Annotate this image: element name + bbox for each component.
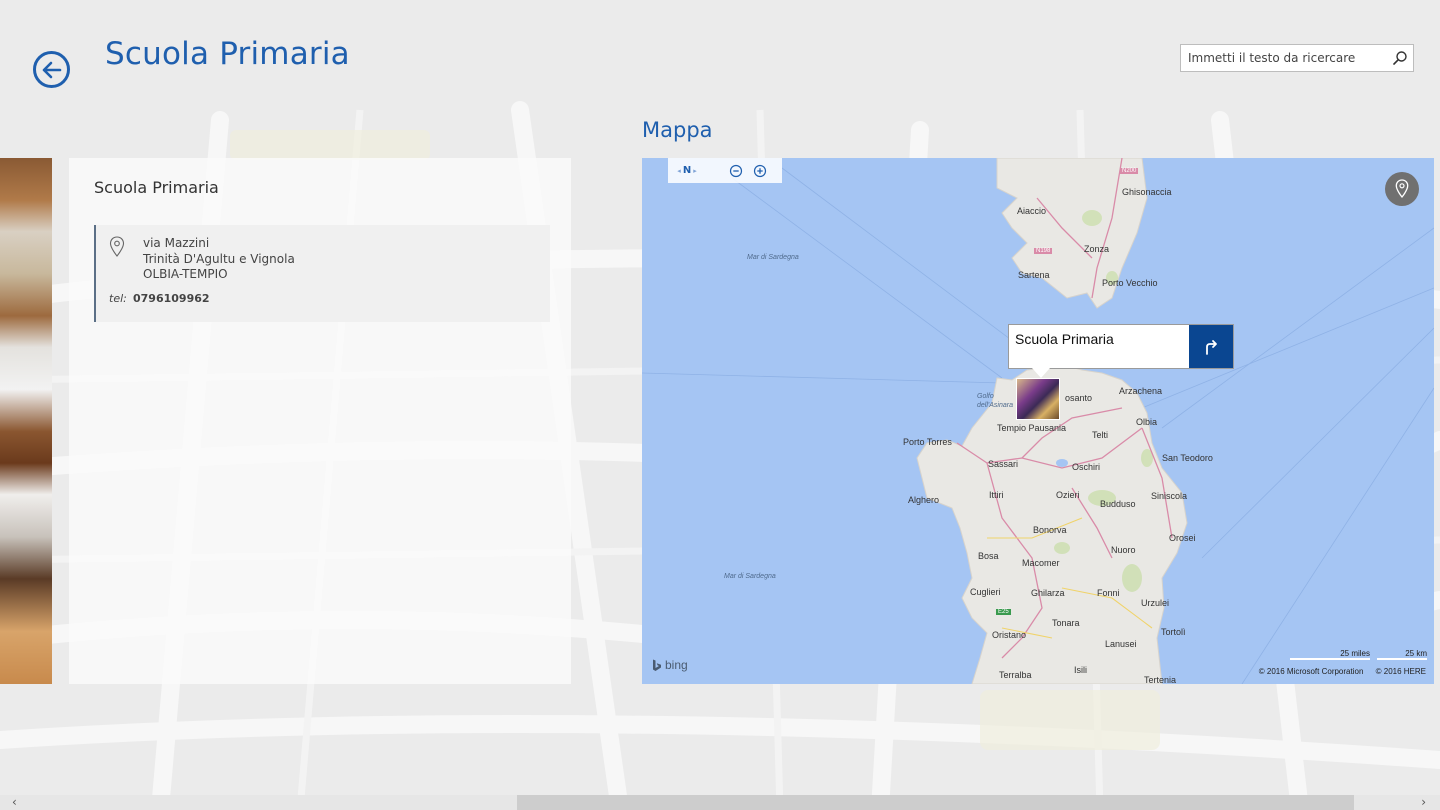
- place-label: Ghisonaccia: [1122, 187, 1172, 197]
- place-label: Orosei: [1169, 533, 1196, 543]
- place-label: Fonni: [1097, 588, 1120, 598]
- place-label: Cuglieri: [970, 587, 1001, 597]
- zoom-in-icon: [753, 164, 767, 177]
- scroll-left-arrow-icon[interactable]: ‹: [12, 795, 17, 809]
- place-label: Porto Vecchio: [1102, 278, 1158, 288]
- place-label: Tertenia: [1144, 675, 1177, 684]
- map-callout[interactable]: Scuola Primaria: [1008, 324, 1234, 369]
- back-button[interactable]: [33, 51, 70, 88]
- details-panel: Scuola Primaria via Mazzini Trinità D'Ag…: [69, 158, 571, 684]
- place-label: Ghilarza: [1031, 588, 1065, 598]
- address-card[interactable]: via Mazzini Trinità D'Agultu e Vignola O…: [94, 225, 550, 322]
- place-label: Sassari: [988, 459, 1019, 469]
- sea-label-north: Mar di Sardegna: [747, 254, 799, 261]
- place-label: Aiaccio: [1017, 206, 1047, 216]
- scale-miles: 25 miles: [1290, 649, 1370, 660]
- bing-label: bing: [665, 658, 688, 672]
- place-label: Terralba: [999, 670, 1032, 680]
- callout-title: Scuola Primaria: [1015, 331, 1114, 347]
- place-label: Siniscola: [1151, 491, 1188, 501]
- zoom-out-icon: [729, 164, 743, 177]
- tel-value[interactable]: 0796109962: [133, 292, 210, 305]
- directions-icon: [1206, 339, 1217, 355]
- scroll-right-arrow-icon[interactable]: ›: [1421, 795, 1426, 809]
- place-label: Arzachena: [1119, 386, 1163, 396]
- map-view[interactable]: Mar di Sardegna Mar di Sardegna Golfo de…: [642, 158, 1434, 684]
- search-input[interactable]: [1181, 45, 1387, 71]
- copyright-here: © 2016 HERE: [1375, 667, 1426, 676]
- place-label: Alghero: [908, 495, 940, 505]
- road-label: N200: [1120, 168, 1139, 174]
- place-label: Ittiri: [989, 490, 1004, 500]
- place-label: Bonorva: [1033, 525, 1067, 535]
- location-pin-icon: [109, 236, 125, 262]
- locate-me-button[interactable]: [1385, 172, 1419, 206]
- callout-pointer: [1032, 368, 1050, 378]
- sea-label-south: Mar di Sardegna: [724, 573, 776, 580]
- compass-north-label: N: [682, 165, 692, 176]
- place-label: Tonara: [1052, 618, 1080, 628]
- road-label: N198: [1034, 248, 1053, 254]
- zoom-out-button[interactable]: [726, 158, 746, 183]
- directions-button[interactable]: [1189, 325, 1233, 368]
- copyright-microsoft: © 2016 Microsoft Corporation: [1258, 667, 1364, 676]
- bing-icon: [653, 659, 661, 671]
- bing-logo: bing: [652, 658, 688, 672]
- place-label: Urzulei: [1141, 598, 1170, 608]
- school-photo-strip[interactable]: [0, 158, 52, 684]
- horizontal-scrollbar[interactable]: ‹ ›: [0, 795, 1440, 810]
- scrollbar-thumb[interactable]: [517, 795, 1354, 810]
- map-section-title: Mappa: [642, 118, 713, 142]
- gulf-label: Golfo dell'Asinara: [977, 393, 1013, 409]
- place-label: Isili: [1074, 665, 1087, 675]
- place-label: Macomer: [1022, 558, 1060, 568]
- search-box[interactable]: [1180, 44, 1414, 72]
- place-label: Ozieri: [1056, 490, 1080, 500]
- place-label: osanto: [1065, 393, 1093, 403]
- school-map-pin[interactable]: [1016, 378, 1060, 420]
- place-label: San Teodoro: [1162, 453, 1213, 463]
- place-label: Oschiri: [1072, 462, 1101, 472]
- place-label: Tortolì: [1161, 627, 1186, 637]
- compass-button[interactable]: ◂ N ▸: [668, 158, 706, 183]
- zoom-in-button[interactable]: [750, 158, 770, 183]
- map-copyright: © 2016 Microsoft Corporation © 2016 HERE: [1249, 667, 1426, 676]
- address-province: OLBIA-TEMPIO: [143, 267, 228, 281]
- place-label: Budduso: [1100, 499, 1136, 509]
- place-label: Tempio Pausania: [997, 423, 1067, 433]
- road-label: E25: [996, 609, 1011, 615]
- address-street: via Mazzini: [143, 236, 210, 250]
- map-canvas[interactable]: [642, 158, 1434, 684]
- place-label: Oristano: [992, 630, 1027, 640]
- place-label: Bosa: [978, 551, 999, 561]
- place-label: Sartena: [1018, 270, 1050, 280]
- place-label: Lanusei: [1105, 639, 1137, 649]
- place-label: Olbia: [1136, 417, 1158, 427]
- details-title: Scuola Primaria: [94, 178, 219, 197]
- tel-label: tel:: [109, 292, 127, 305]
- place-label: Telti: [1092, 430, 1109, 440]
- map-controls: ◂ N ▸: [668, 158, 782, 183]
- place-label: Nuoro: [1111, 545, 1136, 555]
- locate-me-icon: [1395, 179, 1409, 199]
- search-icon[interactable]: [1387, 50, 1413, 66]
- scale-km: 25 km: [1377, 649, 1427, 660]
- place-label: Porto Torres: [903, 437, 952, 447]
- place-label: Zonza: [1084, 244, 1110, 254]
- back-arrow-icon: [42, 61, 61, 78]
- address-city: Trinità D'Agultu e Vignola: [143, 252, 295, 266]
- page-title: Scuola Primaria: [105, 36, 350, 72]
